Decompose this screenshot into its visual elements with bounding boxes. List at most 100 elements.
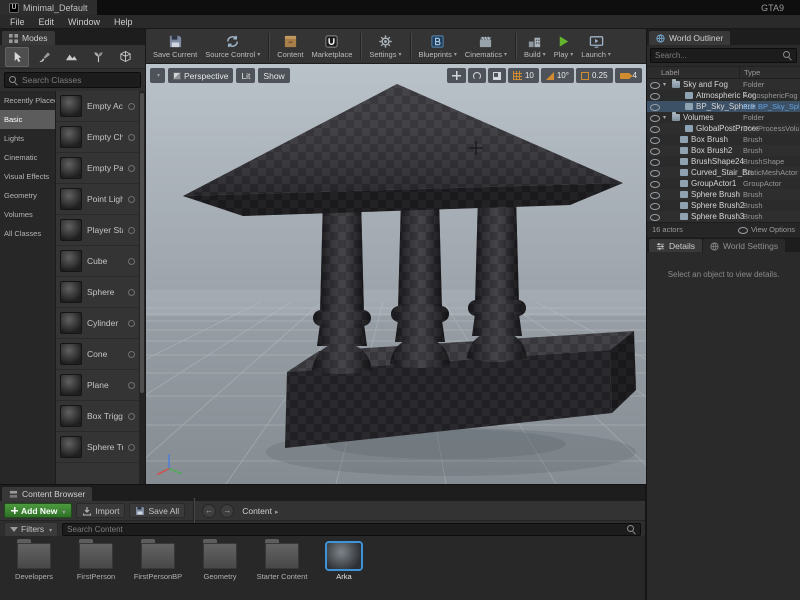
menu-item[interactable]: Window (61, 15, 107, 29)
visibility-eye-icon[interactable] (650, 125, 660, 132)
placeable-item[interactable]: Sphere Trigger (56, 432, 139, 463)
placeable-item[interactable]: Player Start (56, 215, 139, 246)
drag-handle-icon[interactable] (128, 351, 135, 358)
filters-button[interactable]: Filters (4, 522, 58, 537)
visibility-eye-icon[interactable] (650, 158, 660, 165)
drag-handle-icon[interactable] (128, 258, 135, 265)
placeable-item[interactable]: Sphere (56, 277, 139, 308)
tab-world-outliner[interactable]: World Outliner (649, 31, 730, 45)
mode-category[interactable]: Recently Placed (0, 91, 55, 110)
show-flags-button[interactable]: Show (258, 68, 289, 83)
placeable-item[interactable]: Point Light (56, 184, 139, 215)
outliner-row[interactable]: ▾ GroupActor1 GroupActor (647, 178, 800, 189)
outliner-row[interactable]: ▾ GlobalPostProcessVolume PostProcessVol… (647, 123, 800, 134)
visibility-eye-icon[interactable] (650, 180, 660, 187)
drag-handle-icon[interactable] (128, 444, 135, 451)
drag-handle-icon[interactable] (128, 165, 135, 172)
visibility-eye-icon[interactable] (650, 81, 660, 88)
menu-item[interactable]: Edit (32, 15, 62, 29)
outliner-row[interactable]: ▾ Sphere Brush3 Brush (647, 211, 800, 222)
mode-category[interactable]: Basic (0, 110, 55, 129)
mode-category[interactable]: Volumes (0, 205, 55, 224)
move-tool-button[interactable] (447, 68, 466, 83)
asset-folder[interactable]: Geometry (194, 543, 246, 581)
viewport-options-button[interactable] (150, 68, 165, 83)
content-button[interactable]: Content (273, 30, 307, 63)
outliner-row[interactable]: ▾ Curved_Stair_Brush_StaticMesh StaticMe… (647, 167, 800, 178)
placeable-item[interactable]: Box Trigger (56, 401, 139, 432)
visibility-eye-icon[interactable] (650, 103, 660, 110)
drag-handle-icon[interactable] (128, 103, 135, 110)
launch-button[interactable]: Launch (577, 30, 615, 63)
outliner-row[interactable]: ▾ BP_Sky_Sphere Edit BP_Sky_Sph (647, 101, 800, 112)
mode-category[interactable]: Lights (0, 129, 55, 148)
grid-snap-toggle[interactable]: 10 (508, 68, 539, 83)
drag-handle-icon[interactable] (128, 134, 135, 141)
rotation-snap-toggle[interactable]: 10° (541, 68, 574, 83)
save-all-button[interactable]: Save All (129, 503, 185, 518)
perspective-button[interactable]: Perspective (168, 68, 233, 83)
breadcrumb[interactable]: Content (238, 506, 282, 516)
viewport[interactable]: Perspective Lit Show 10 10° 0.2 (146, 64, 646, 484)
geometry-mode-button[interactable] (113, 47, 137, 67)
drag-handle-icon[interactable] (128, 413, 135, 420)
modes-scrollbar[interactable] (139, 91, 145, 484)
scale-snap-toggle[interactable]: 0.25 (576, 68, 613, 83)
visibility-eye-icon[interactable] (650, 169, 660, 176)
asset-folder[interactable]: Starter Content (256, 543, 308, 581)
landscape-mode-button[interactable] (59, 47, 83, 67)
blueprints-button[interactable]: Blueprints (415, 30, 461, 63)
tab-world-settings[interactable]: World Settings (703, 239, 785, 253)
project-tab[interactable]: U Minimal_Default (0, 0, 97, 15)
save-current-button[interactable]: Save Current (149, 30, 201, 63)
settings-button[interactable]: Settings (365, 30, 405, 63)
scale-tool-button[interactable] (488, 68, 506, 83)
outliner-row[interactable]: ▾ Sphere Brush Brush (647, 189, 800, 200)
outliner-row[interactable]: ▾ Box Brush2 Brush (647, 145, 800, 156)
rotate-tool-button[interactable] (468, 68, 486, 83)
source-control-button[interactable]: Source Control (201, 30, 264, 63)
search-classes-input[interactable] (22, 75, 136, 85)
visibility-eye-icon[interactable] (650, 114, 660, 121)
placeable-item[interactable]: Cylinder (56, 308, 139, 339)
content-search-input[interactable] (67, 525, 624, 534)
tab-content-browser[interactable]: Content Browser (2, 487, 92, 501)
import-button[interactable]: Import (76, 503, 125, 518)
title-bar[interactable]: U Minimal_Default GTA9 (0, 0, 800, 15)
mode-category[interactable]: Cinematic (0, 148, 55, 167)
visibility-eye-icon[interactable] (650, 213, 660, 220)
scrollbar-thumb[interactable] (140, 93, 144, 393)
camera-speed-button[interactable]: 4 (615, 68, 642, 83)
outliner-row[interactable]: ▾ Box Brush Brush (647, 134, 800, 145)
visibility-eye-icon[interactable] (650, 191, 660, 198)
menu-item[interactable]: Help (107, 15, 140, 29)
expand-arrow-icon[interactable]: ▾ (663, 81, 669, 88)
lit-mode-button[interactable]: Lit (236, 68, 255, 83)
build-button[interactable]: Build (520, 30, 550, 63)
forward-button[interactable] (220, 504, 234, 518)
placeable-item[interactable]: Empty Character (56, 122, 139, 153)
drag-handle-icon[interactable] (128, 227, 135, 234)
asset-folder[interactable]: Developers (8, 543, 60, 581)
view-options-button[interactable]: View Options (738, 225, 795, 234)
menu-item[interactable]: File (3, 15, 32, 29)
mode-category[interactable]: All Classes (0, 224, 55, 243)
placeable-item[interactable]: Cone (56, 339, 139, 370)
outliner-row[interactable]: ▾ Sphere Brush2 Brush (647, 200, 800, 211)
visibility-eye-icon[interactable] (650, 147, 660, 154)
drag-handle-icon[interactable] (128, 382, 135, 389)
place-mode-button[interactable] (5, 47, 29, 67)
outliner-row[interactable]: ▾ Sky and Fog Folder (647, 79, 800, 90)
outliner-row[interactable]: ▾ BrushShape24 BrushShape (647, 156, 800, 167)
placeable-item[interactable]: Cube (56, 246, 139, 277)
drag-handle-icon[interactable] (128, 196, 135, 203)
placeable-item[interactable]: Plane (56, 370, 139, 401)
placeable-item[interactable]: Empty Actor (56, 91, 139, 122)
mode-category[interactable]: Geometry (0, 186, 55, 205)
type-column-header[interactable]: Type (739, 67, 800, 78)
play-button[interactable]: Play (550, 30, 578, 63)
mode-category[interactable]: Visual Effects (0, 167, 55, 186)
viewport-scene[interactable] (146, 64, 646, 484)
outliner-search-input[interactable] (655, 51, 780, 60)
foliage-mode-button[interactable] (86, 47, 110, 67)
